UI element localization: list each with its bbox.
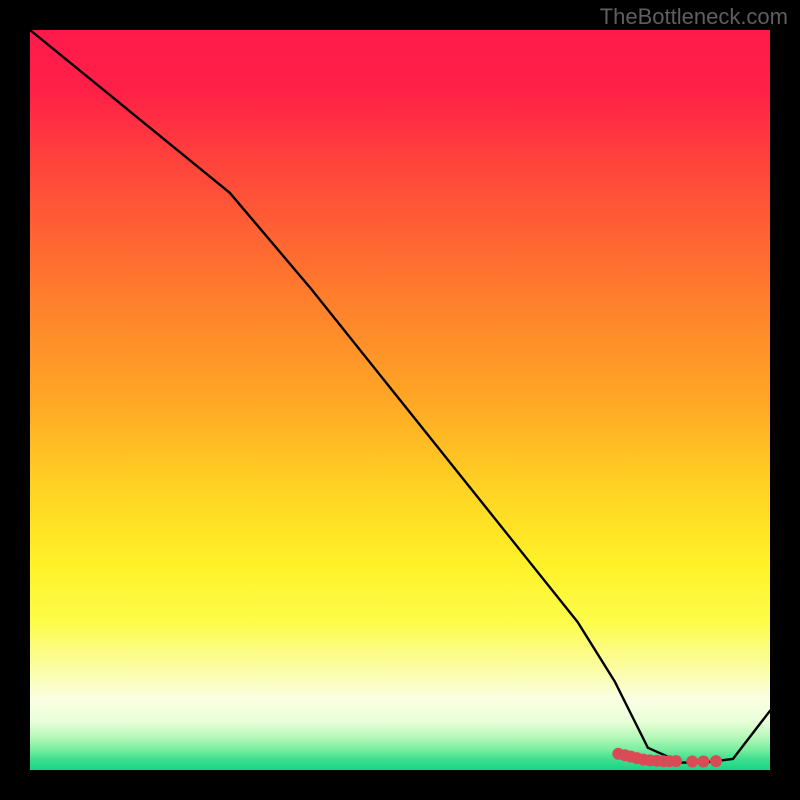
chart-svg [30,30,770,770]
data-marker [686,755,698,767]
watermark-text: TheBottleneck.com [600,4,788,30]
data-marker [710,755,722,767]
data-marker [670,755,682,767]
chart-container: TheBottleneck.com [0,0,800,800]
plot-area [30,30,770,770]
data-marker [697,755,709,767]
